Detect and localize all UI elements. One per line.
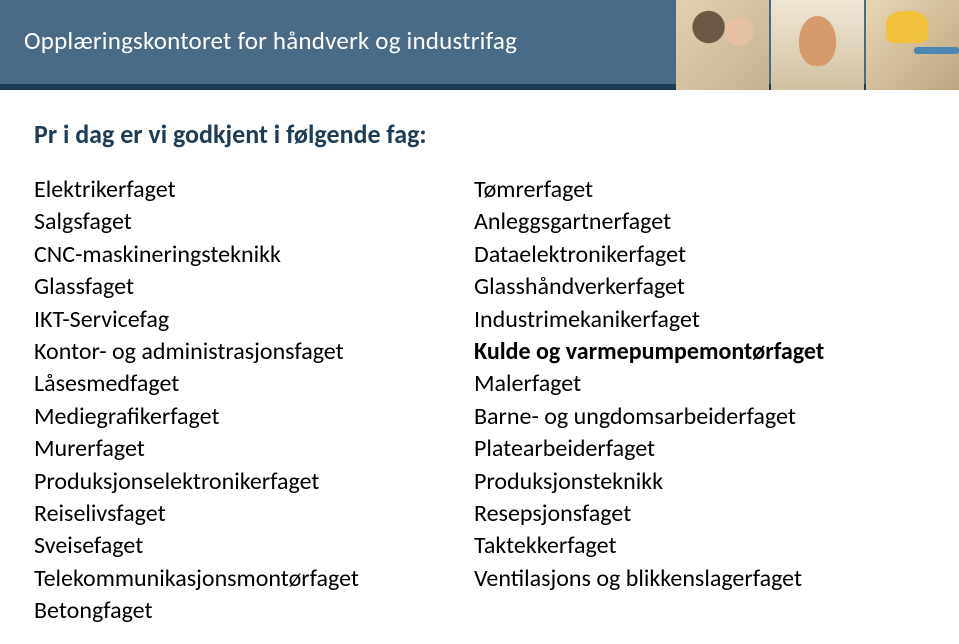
left-column: Elektrikerfaget Salgsfaget CNC-maskineri…	[34, 174, 474, 627]
header-images	[676, 0, 959, 84]
list-item: Ventilasjons og blikkenslagerfaget	[474, 563, 824, 595]
list-item: Produksjonselektronikerfaget	[34, 466, 474, 498]
list-item: Platearbeiderfaget	[474, 433, 824, 465]
slide-header: Opplæringskontoret for håndverk og indus…	[0, 0, 959, 90]
right-column: Tømrerfaget Anleggsgartnerfaget Dataelek…	[474, 174, 824, 627]
slide-content: Pr i dag er vi godkjent i følgende fag: …	[0, 90, 959, 627]
list-item: Betongfaget	[34, 595, 474, 627]
list-item: Sveisefaget	[34, 530, 474, 562]
columns-wrapper: Elektrikerfaget Salgsfaget CNC-maskineri…	[34, 174, 925, 627]
list-item: Elektrikerfaget	[34, 174, 474, 206]
list-item: Barne- og ungdomsarbeiderfaget	[474, 401, 824, 433]
list-item: Telekommunikasjonsmontørfaget	[34, 563, 474, 595]
list-item: Låsesmedfaget	[34, 368, 474, 400]
list-item: Industrimekanikerfaget	[474, 304, 824, 336]
list-item: Malerfaget	[474, 368, 824, 400]
list-item: Taktekkerfaget	[474, 530, 824, 562]
list-item: Tømrerfaget	[474, 174, 824, 206]
header-photo-1	[676, 0, 769, 90]
list-item: Glasshåndverkerfaget	[474, 271, 824, 303]
list-item: Resepsjonsfaget	[474, 498, 824, 530]
list-item: Kontor- og administrasjonsfaget	[34, 336, 474, 368]
header-photo-2	[771, 0, 864, 90]
list-item: Salgsfaget	[34, 206, 474, 238]
list-item: Dataelektronikerfaget	[474, 239, 824, 271]
intro-heading: Pr i dag er vi godkjent i følgende fag:	[34, 118, 925, 150]
header-photo-3	[866, 0, 959, 90]
list-item: Glassfaget	[34, 271, 474, 303]
list-item: Reiselivsfaget	[34, 498, 474, 530]
list-item: Mediegrafikerfaget	[34, 401, 474, 433]
list-item: Kulde og varmepumpemontørfaget	[474, 336, 824, 368]
list-item: Anleggsgartnerfaget	[474, 206, 824, 238]
list-item: IKT-Servicefag	[34, 304, 474, 336]
list-item: Produksjonsteknikk	[474, 466, 824, 498]
list-item: CNC-maskineringsteknikk	[34, 239, 474, 271]
list-item: Murerfaget	[34, 433, 474, 465]
